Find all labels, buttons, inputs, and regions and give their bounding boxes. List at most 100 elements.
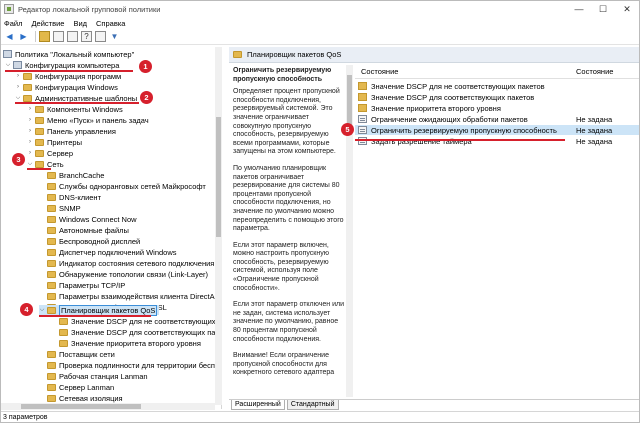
expand-icon[interactable]: › xyxy=(27,139,33,145)
expand-icon[interactable]: › xyxy=(15,84,21,90)
list-item[interactable]: Значение приоритета второго уровня xyxy=(355,103,639,113)
annotation-underline xyxy=(39,315,151,317)
export-list-icon[interactable] xyxy=(95,31,106,42)
main-window: Редактор локальной групповой политики — … xyxy=(0,0,640,423)
expand-icon[interactable]: › xyxy=(27,150,33,156)
collapse-icon[interactable]: ⌵ xyxy=(15,95,21,102)
view-tabs: Расширенный Стандартный xyxy=(229,399,639,410)
tree-qos[interactable]: ⌵ Планировщик пакетов QoS xyxy=(39,304,160,316)
annotation-badge: 5 xyxy=(341,123,354,136)
menu-view[interactable]: Вид xyxy=(73,19,87,28)
folder-icon xyxy=(47,350,56,358)
folder-icon xyxy=(23,94,32,102)
tree-item[interactable]: › Панель управления xyxy=(27,126,116,136)
description-paragraph: Если этот параметр отключен или не задан… xyxy=(233,301,344,343)
collapse-icon[interactable]: ⌵ xyxy=(5,62,11,69)
tree-item[interactable]: Автономные файлы xyxy=(39,225,129,235)
folder-icon xyxy=(47,281,56,289)
up-folder-icon[interactable] xyxy=(39,31,50,42)
setting-name: Значение приоритета второго уровня xyxy=(371,103,501,113)
list-item[interactable]: Ограничить резервируемую пропускную спос… xyxy=(355,125,639,135)
setting-state: Не задана xyxy=(576,136,613,146)
back-arrow-icon[interactable]: ◀ xyxy=(4,31,15,42)
tree-item[interactable]: Параметры TCP/IP xyxy=(39,280,125,290)
status-bar: 3 параметров xyxy=(1,411,639,423)
settings-list: Состояние Состояние Значение DSCP для не… xyxy=(355,65,639,399)
expand-icon[interactable]: › xyxy=(27,128,33,134)
policy-setting-icon xyxy=(358,115,367,123)
maximize-button[interactable]: ☐ xyxy=(591,1,615,17)
tree-item[interactable]: Windows Connect Now xyxy=(39,214,137,224)
tree-item[interactable]: Обнаружение топологии связи (Link-Layer) xyxy=(39,269,208,279)
menu-help[interactable]: Справка xyxy=(96,19,125,28)
close-button[interactable]: ✕ xyxy=(615,1,639,17)
policy-setting-icon xyxy=(358,126,367,134)
tree-item[interactable]: Индикатор состояния сетевого подключения xyxy=(39,258,214,268)
tree-item[interactable]: BranchCache xyxy=(39,170,104,180)
expand-icon[interactable]: › xyxy=(27,117,33,123)
tree-item[interactable]: DNS-клиент xyxy=(39,192,101,202)
tree-root[interactable]: Политика "Локальный компьютер" xyxy=(3,49,134,59)
folder-icon xyxy=(35,105,44,113)
minimize-button[interactable]: — xyxy=(567,1,591,17)
setting-state: Не задана xyxy=(576,125,613,135)
setting-name: Задать разрешение таймера xyxy=(371,136,472,146)
folder-icon xyxy=(358,93,367,101)
list-header: Состояние Состояние xyxy=(355,65,639,79)
forward-arrow-icon[interactable]: ▶ xyxy=(18,31,29,42)
properties-icon[interactable] xyxy=(67,31,78,42)
menu-action[interactable]: Действие xyxy=(31,19,64,28)
tree-horizontal-scrollbar[interactable] xyxy=(1,403,215,410)
list-item[interactable]: Значение DSCP для соответствующих пакето… xyxy=(355,92,639,102)
column-header-state[interactable]: Состояние xyxy=(576,67,613,76)
menu-file[interactable]: Файл xyxy=(4,19,22,28)
tree-item[interactable]: Рабочая станция Lanman xyxy=(39,371,148,381)
expand-icon[interactable]: › xyxy=(27,106,33,112)
tree-program-config[interactable]: › Конфигурация программ xyxy=(15,71,121,81)
description-panel: Ограничить резервируемую пропускную спос… xyxy=(233,67,345,397)
tree-item[interactable]: Сервер Lanman xyxy=(39,382,114,392)
tree-item[interactable]: › Сервер xyxy=(27,148,73,158)
tab-standard[interactable]: Стандартный xyxy=(286,400,339,410)
list-item[interactable]: Задать разрешение таймера Не задана xyxy=(355,136,639,146)
folder-icon xyxy=(35,127,44,135)
tree-item[interactable]: Диспетчер подключений Windows xyxy=(39,247,177,257)
tree-vertical-scrollbar[interactable] xyxy=(215,47,222,405)
tree-item[interactable]: Службы одноранговых сетей Майкрософт xyxy=(39,181,206,191)
tree-item[interactable]: Параметры взаимодействия клиента DirectA… xyxy=(39,291,221,301)
tree-windows-config[interactable]: › Конфигурация Windows xyxy=(15,82,118,92)
tree-item[interactable]: Значение DSCP для соответствующих пакето… xyxy=(51,327,221,337)
tree-item[interactable]: Сетевая изоляция xyxy=(39,393,123,403)
description-scrollbar[interactable] xyxy=(346,65,353,397)
tree-item[interactable]: › Компоненты Windows xyxy=(27,104,123,114)
tree-item[interactable]: Беспроводной дисплей xyxy=(39,236,140,246)
filter-icon[interactable]: ▼ xyxy=(109,31,120,42)
folder-icon xyxy=(47,372,56,380)
tree-item[interactable]: Поставщик сети xyxy=(39,349,115,359)
folder-icon xyxy=(47,204,56,212)
tree-item[interactable]: › Принтеры xyxy=(27,137,82,147)
description-paragraph: Внимание! Если ограничение пропускной сп… xyxy=(233,352,335,377)
column-header-setting[interactable]: Состояние xyxy=(361,67,398,76)
description-paragraph: По умолчанию планировщик пакетов огранич… xyxy=(233,164,344,233)
expand-icon[interactable]: › xyxy=(15,73,21,79)
collapse-icon[interactable]: ⌵ xyxy=(39,307,45,314)
folder-icon xyxy=(47,193,56,201)
folder-icon xyxy=(47,270,56,278)
help-icon[interactable]: ? xyxy=(81,31,92,42)
toolbar: ◀ ▶ ? ▼ xyxy=(1,29,639,45)
tree-item[interactable]: Значение приоритета второго уровня xyxy=(51,338,201,348)
list-item[interactable]: Значение DSCP для не соответствующих пак… xyxy=(355,81,639,91)
tree-computer-config[interactable]: ⌵ Конфигурация компьютера xyxy=(5,60,120,70)
tree-item[interactable]: › Меню «Пуск» и панель задач xyxy=(27,115,149,125)
tree-item[interactable]: SNMP xyxy=(39,203,81,213)
tree-item[interactable]: Значение DSCP для не соответствующих пак… xyxy=(51,316,221,326)
list-item[interactable]: Ограничение ожидающих обработки пакетов Н… xyxy=(355,114,639,124)
annotation-underline xyxy=(355,139,565,141)
tree-item[interactable]: Проверка подлинности для территории бесп… xyxy=(39,360,221,370)
show-hide-tree-icon[interactable] xyxy=(53,31,64,42)
collapse-icon[interactable]: ⌵ xyxy=(27,161,33,168)
setting-name: Ограничить резервируемую пропускную спос… xyxy=(371,125,557,135)
tab-extended[interactable]: Расширенный xyxy=(231,400,285,410)
setting-name: Ограничение ожидающих обработки пакетов xyxy=(371,114,528,124)
